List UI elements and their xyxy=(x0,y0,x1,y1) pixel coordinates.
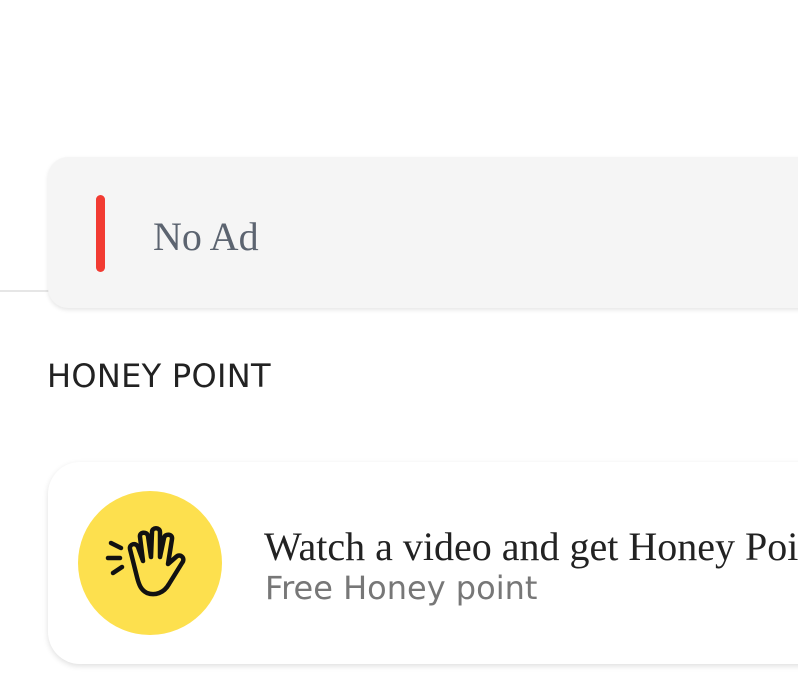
no-ad-label: No Ad xyxy=(153,214,259,259)
no-ad-accent-bar xyxy=(96,195,105,272)
watch-video-reward-button[interactable]: Watch a video and get Honey Point Free H… xyxy=(48,462,798,664)
settings-screen: No Ad HONEY POINT Watch a video and get … xyxy=(0,0,798,688)
honey-point-section-title: HONEY POINT xyxy=(47,357,271,395)
waving-hand-icon xyxy=(105,526,186,597)
watch-video-title: Watch a video and get Honey Point xyxy=(264,524,798,569)
watch-video-subtitle: Free Honey point xyxy=(265,569,538,607)
no-ad-card[interactable]: No Ad xyxy=(48,157,798,308)
waving-hand-icon-badge xyxy=(78,491,222,635)
